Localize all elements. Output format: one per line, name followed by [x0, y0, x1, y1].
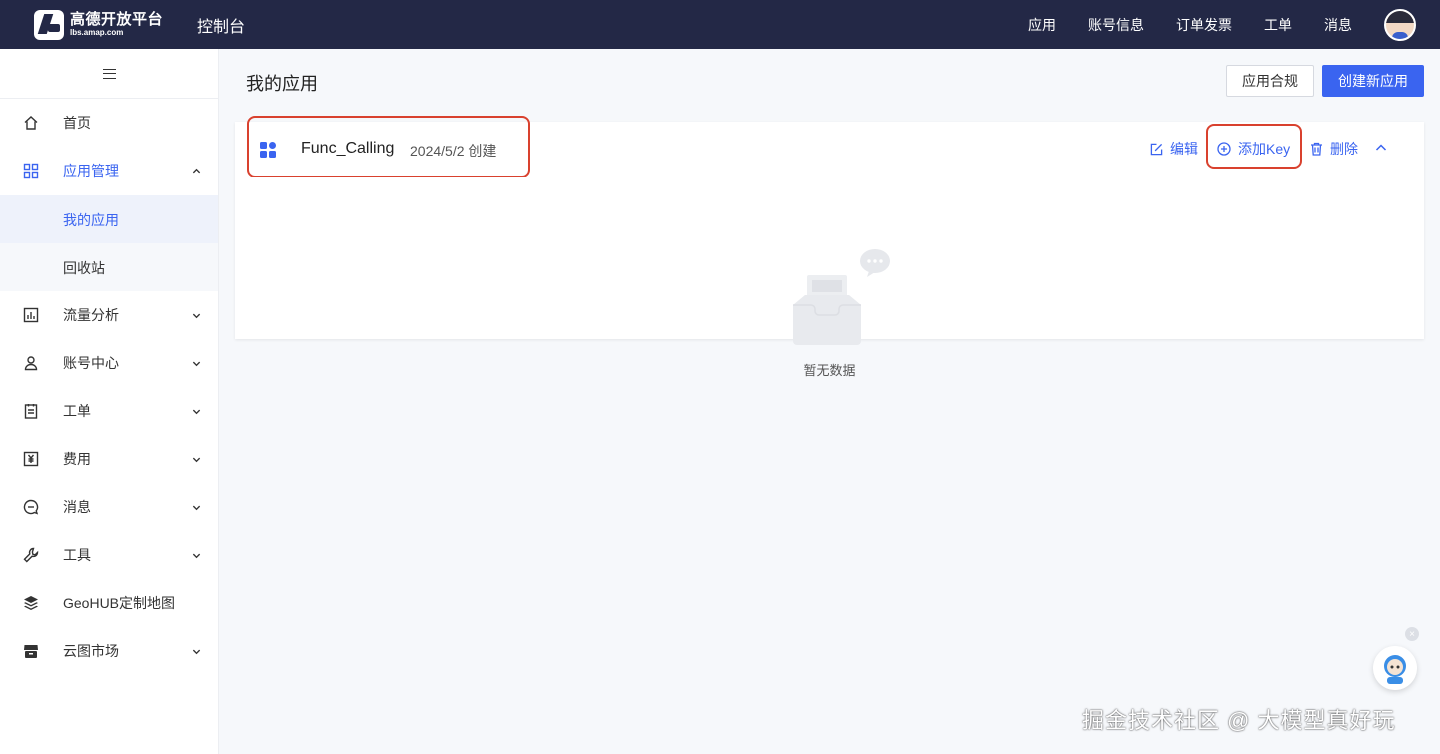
user-icon: [24, 356, 38, 371]
home-icon: [24, 116, 38, 130]
top-bar: 高德开放平台 lbs.amap.com 控制台 应用 账号信息 订单发票 工单 …: [0, 0, 1440, 49]
trash-icon: [1311, 142, 1322, 156]
delete-button[interactable]: 删除: [1310, 139, 1358, 159]
nav-tickets[interactable]: 工单: [1264, 15, 1292, 35]
edit-button[interactable]: 编辑: [1150, 139, 1198, 159]
sidebar-item-home[interactable]: 首页: [0, 99, 218, 147]
logo-title: 高德开放平台: [70, 11, 164, 28]
app-card: Func_Calling 2024/5/2 创建 编辑 添加Key 删除 暂无数…: [235, 116, 1424, 378]
edit-icon: [1150, 143, 1163, 155]
key-list: 暂无数据: [235, 177, 1424, 378]
clipboard-icon: [24, 404, 38, 419]
logo-subtitle: lbs.amap.com: [70, 28, 124, 37]
sidebar-item-my-apps[interactable]: 我的应用: [0, 195, 218, 243]
hamburger-icon: [102, 68, 116, 79]
highlight-box-add-key: [1206, 124, 1302, 169]
logo[interactable]: 高德开放平台 lbs.amap.com: [34, 9, 164, 40]
chevron-down-icon: [192, 361, 201, 367]
grid-icon: [23, 163, 39, 179]
chevron-down-icon: [192, 457, 201, 463]
sidebar-toggle[interactable]: [0, 49, 218, 99]
nav-apps[interactable]: 应用: [1028, 15, 1056, 35]
chevron-up-icon: [1375, 144, 1387, 151]
sidebar-item-tools[interactable]: 工具: [0, 531, 218, 579]
close-icon[interactable]: ×: [1405, 627, 1419, 641]
page-title: 我的应用: [246, 74, 318, 94]
message-icon: [23, 499, 39, 515]
collapse-button[interactable]: [1375, 143, 1394, 153]
chevron-down-icon: [192, 505, 201, 511]
sidebar: 首页 应用管理 我的应用 回收站 流量分析 账号中心 工单 费用 消息 工具 G…: [0, 49, 219, 754]
app-card-header: Func_Calling 2024/5/2 创建 编辑 添加Key 删除: [235, 116, 1424, 178]
sidebar-item-geohub[interactable]: GeoHUB定制地图: [0, 579, 218, 627]
empty-state-text: 暂无数据: [803, 363, 856, 378]
sidebar-item-billing[interactable]: 费用: [0, 435, 218, 483]
sidebar-item-app-management[interactable]: 应用管理: [0, 147, 218, 195]
nav-account[interactable]: 账号信息: [1088, 15, 1144, 35]
sidebar-item-traffic-analysis[interactable]: 流量分析: [0, 291, 218, 339]
sidebar-item-cloud-market[interactable]: 云图市场: [0, 627, 218, 675]
highlight-box-app: [247, 116, 530, 178]
watermark: 掘金技术社区 @ 大模型真好玩: [1082, 708, 1396, 733]
console-title[interactable]: 控制台: [197, 13, 245, 37]
sidebar-item-messages[interactable]: 消息: [0, 483, 218, 531]
nav-messages[interactable]: 消息: [1324, 15, 1352, 35]
yuan-icon: [23, 451, 39, 467]
top-nav: 应用 账号信息 订单发票 工单 消息: [1028, 0, 1440, 49]
store-icon: [24, 645, 38, 658]
wrench-icon: [23, 547, 39, 563]
app-compliance-button[interactable]: 应用合规: [1226, 65, 1314, 97]
assistant-robot-icon[interactable]: [1373, 646, 1417, 690]
create-app-button[interactable]: 创建新应用: [1322, 65, 1424, 97]
amap-logo-icon: [34, 9, 64, 40]
sidebar-item-account-center[interactable]: 账号中心: [0, 339, 218, 387]
sidebar-item-recycle-bin[interactable]: 回收站: [0, 243, 218, 291]
chevron-down-icon: [192, 649, 201, 655]
chevron-down-icon: [192, 553, 201, 559]
nav-orders[interactable]: 订单发票: [1176, 15, 1232, 35]
chevron-down-icon: [192, 409, 201, 415]
user-avatar[interactable]: [1384, 8, 1416, 41]
sidebar-item-tickets[interactable]: 工单: [0, 387, 218, 435]
chart-icon: [23, 307, 39, 323]
layers-icon: [24, 596, 38, 610]
chevron-up-icon: [192, 168, 201, 174]
empty-inbox-icon: [793, 249, 890, 345]
chevron-down-icon: [192, 313, 201, 319]
